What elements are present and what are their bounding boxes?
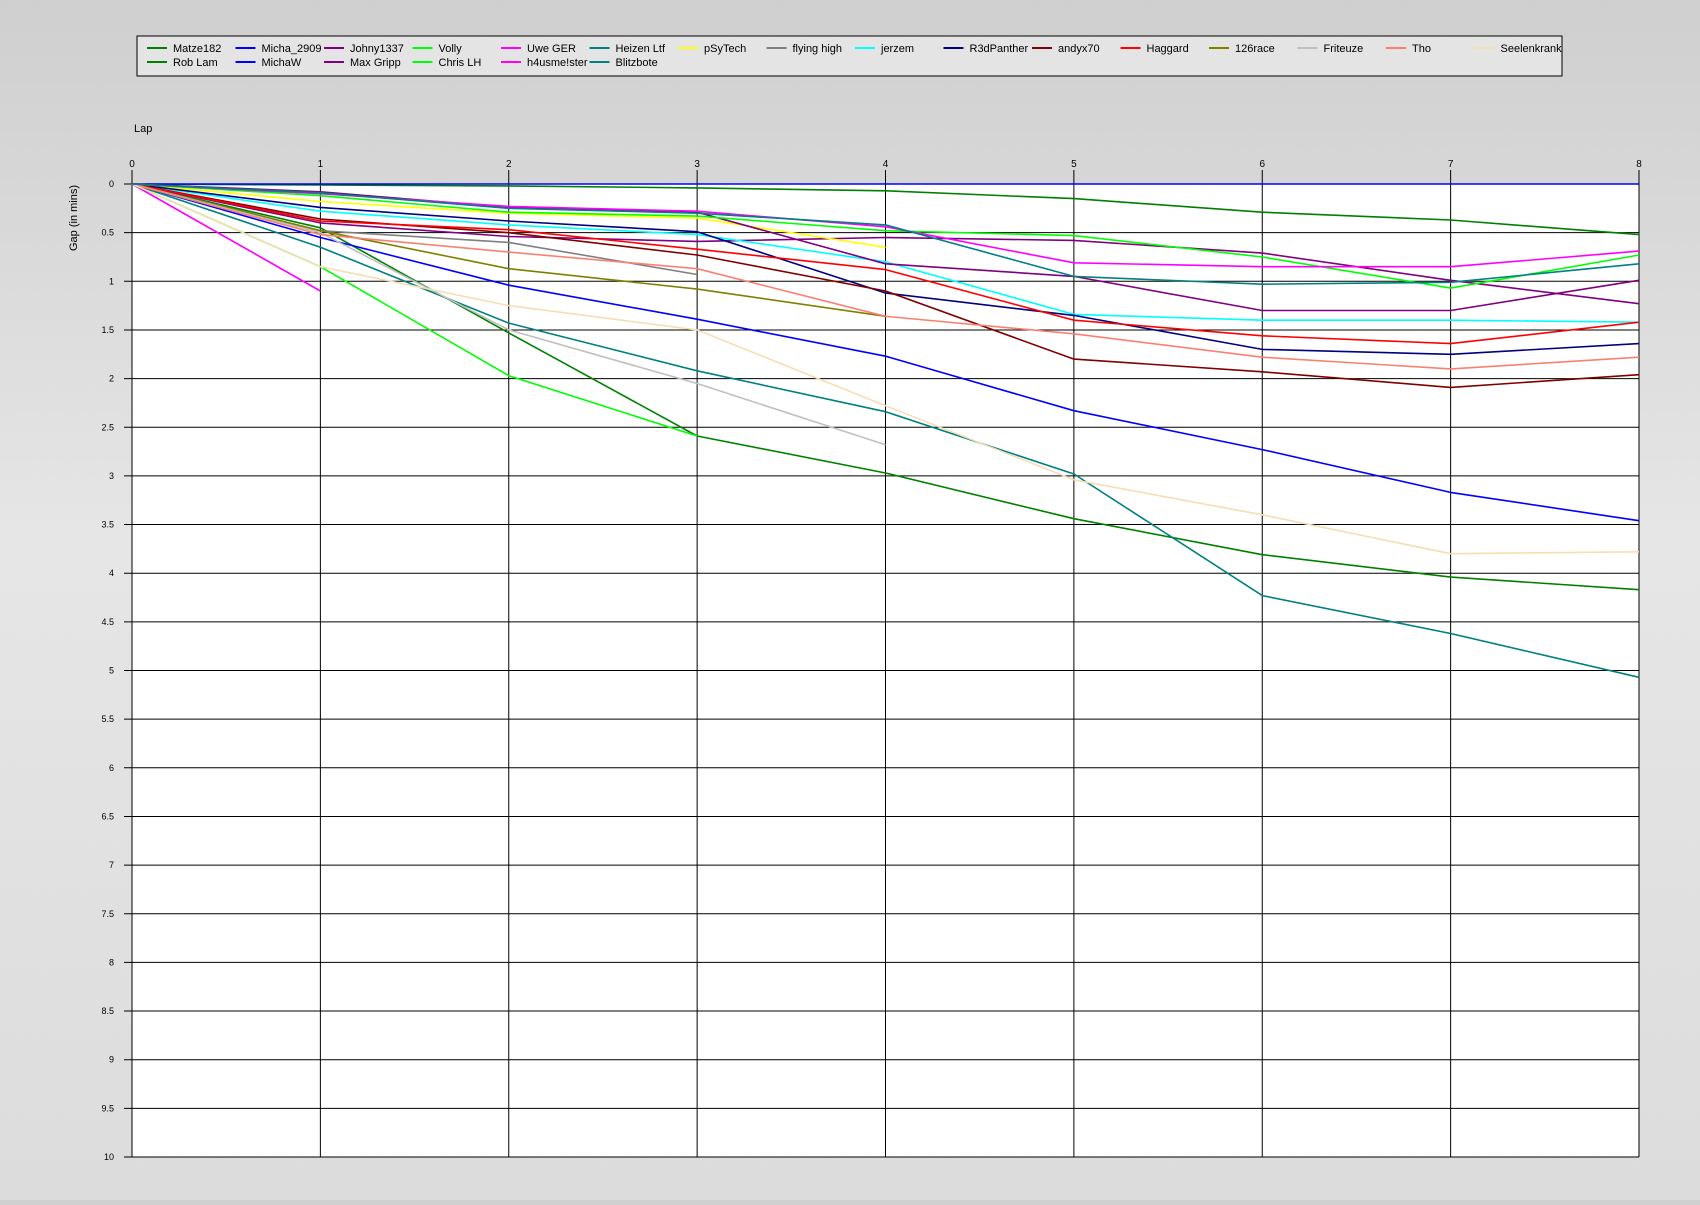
legend-label: Uwe GER <box>527 43 576 55</box>
legend-label: Matze182 <box>173 43 221 55</box>
legend-label: Tho <box>1412 43 1431 55</box>
y-tick-label: 0 <box>109 179 114 189</box>
x-tick-label: 0 <box>129 159 135 170</box>
legend-label: 126race <box>1235 43 1275 55</box>
y-tick-label: 4 <box>109 568 114 578</box>
legend-label: Volly <box>439 43 463 55</box>
x-tick-label: 1 <box>318 159 324 170</box>
x-tick-label: 7 <box>1448 159 1454 170</box>
y-tick-label: 6.5 <box>101 811 114 821</box>
legend-label: Seelenkrank <box>1501 43 1563 55</box>
legend-label: h4usme!ster <box>527 57 588 69</box>
y-tick-label: 1.5 <box>101 325 114 335</box>
legend-label: Haggard <box>1147 43 1189 55</box>
legend-label: Johny1337 <box>350 43 404 55</box>
legend-label: jerzem <box>880 43 914 55</box>
y-tick-label: 5.5 <box>101 714 114 724</box>
y-tick-label: 2.5 <box>101 422 114 432</box>
y-tick-label: 9.5 <box>101 1103 114 1113</box>
y-axis-label: Gap (in mins) <box>68 185 80 251</box>
y-tick-label: 2 <box>109 374 114 384</box>
x-tick-label: 4 <box>883 159 889 170</box>
legend-label: andyx70 <box>1058 43 1100 55</box>
legend-label: Friteuze <box>1324 43 1364 55</box>
legend: Matze182 Micha_2909 Johny1337 Volly Uwe GER H… <box>136 35 1563 77</box>
y-tick-label: 9 <box>109 1055 114 1065</box>
y-tick-label: 4.5 <box>101 617 114 627</box>
plot-area: 0 0.5 1 1.5 2 2.5 3 3.5 4 4.5 5 5.5 6 6.5 7 7.5 8 8.5 9 9.5… <box>101 159 1642 1162</box>
legend-label: flying high <box>793 43 843 55</box>
y-tick-label: 10 <box>104 1152 114 1162</box>
y-tick-label: 0.5 <box>101 228 114 238</box>
x-axis-label: Lap <box>134 123 152 135</box>
x-tick-label: 5 <box>1071 159 1077 170</box>
y-tick-label: 8 <box>109 957 114 967</box>
legend-box <box>136 35 1563 77</box>
y-tick-label: 3.5 <box>101 520 114 530</box>
y-tick-label: 3 <box>109 471 114 481</box>
legend-label: Heizen Ltf <box>616 43 666 55</box>
legend-label: Blitzbote <box>616 57 658 69</box>
x-tick-label: 2 <box>506 159 512 170</box>
y-tick-label: 7.5 <box>101 909 114 919</box>
y-tick-label: 1 <box>109 276 114 286</box>
chart-svg: Matze182 Micha_2909 Johny1337 Volly Uwe GER H… <box>68 35 1642 1162</box>
legend-label: R3dPanther <box>970 43 1029 55</box>
x-tick-label: 3 <box>694 159 700 170</box>
legend-label: pSyTech <box>704 43 746 55</box>
legend-label: Chris LH <box>439 57 482 69</box>
legend-label: Max Gripp <box>350 57 401 69</box>
legend-label: Rob Lam <box>173 57 218 69</box>
y-tick-label: 7 <box>109 860 114 870</box>
x-tick-label: 6 <box>1259 159 1265 170</box>
lap-gap-chart: Matze182 Micha_2909 Johny1337 Volly Uwe GER H… <box>0 0 1700 1200</box>
x-tick-label: 8 <box>1636 159 1642 170</box>
y-tick-label: 8.5 <box>101 1006 114 1016</box>
y-tick-label: 6 <box>109 763 114 773</box>
y-tick-label: 5 <box>109 666 114 676</box>
legend-label: Micha_2909 <box>262 43 322 55</box>
legend-label: MichaW <box>262 57 302 69</box>
